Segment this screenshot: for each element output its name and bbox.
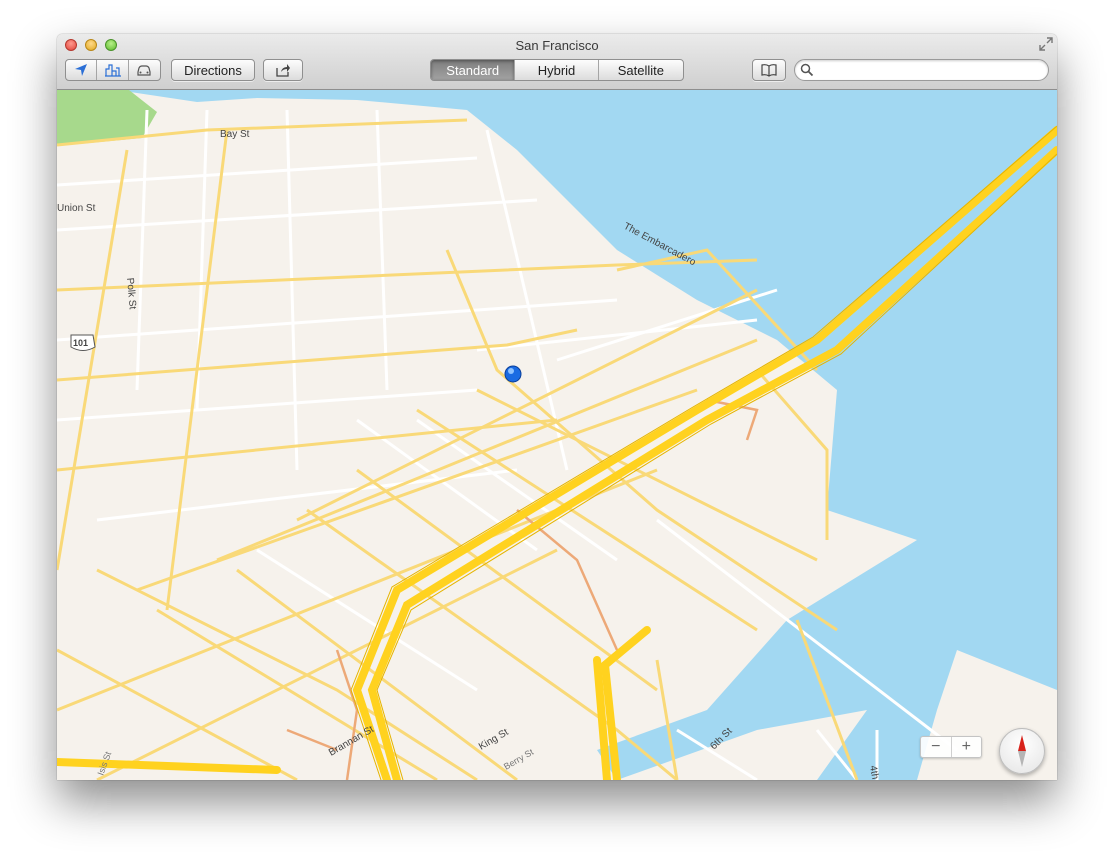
view-controls-group xyxy=(65,59,161,81)
title-bar: San Francisco Directions Standard Hybrid… xyxy=(57,34,1057,90)
search-field[interactable] xyxy=(794,59,1049,81)
fullscreen-icon[interactable] xyxy=(1039,37,1053,51)
location-arrow-icon xyxy=(75,64,88,76)
map-svg: Bay St Union St Polk St The Embarcadero … xyxy=(57,90,1057,780)
directions-button[interactable]: Directions xyxy=(171,59,255,81)
book-icon xyxy=(761,64,777,77)
current-location-button[interactable] xyxy=(66,60,98,80)
label-union-st: Union St xyxy=(57,203,96,214)
zoom-out-button[interactable]: − xyxy=(921,737,952,757)
label-route-101: 101 xyxy=(73,338,88,348)
car-icon xyxy=(137,65,151,76)
3d-view-button[interactable] xyxy=(97,60,129,80)
traffic-button[interactable] xyxy=(129,60,160,80)
compass-icon xyxy=(1018,735,1026,767)
tab-satellite[interactable]: Satellite xyxy=(599,60,683,80)
current-location-highlight xyxy=(508,368,514,374)
share-icon xyxy=(276,64,290,77)
maps-window: San Francisco Directions Standard Hybrid… xyxy=(57,34,1057,780)
search-input[interactable] xyxy=(817,62,1037,78)
tab-standard[interactable]: Standard xyxy=(431,60,516,80)
map-canvas[interactable]: Bay St Union St Polk St The Embarcadero … xyxy=(57,90,1057,780)
tab-hybrid[interactable]: Hybrid xyxy=(515,60,599,80)
label-bay-st: Bay St xyxy=(220,129,250,140)
window-title: San Francisco xyxy=(515,38,599,53)
zoom-in-button[interactable]: + xyxy=(952,737,982,757)
zoom-control: − + xyxy=(920,736,982,758)
bookmarks-button[interactable] xyxy=(752,59,786,81)
share-button[interactable] xyxy=(263,59,303,81)
3d-buildings-icon xyxy=(104,64,121,77)
map-type-selector: Standard Hybrid Satellite xyxy=(430,59,684,81)
compass-button[interactable] xyxy=(999,728,1045,774)
current-location-marker[interactable] xyxy=(504,365,522,383)
search-icon xyxy=(800,63,814,77)
